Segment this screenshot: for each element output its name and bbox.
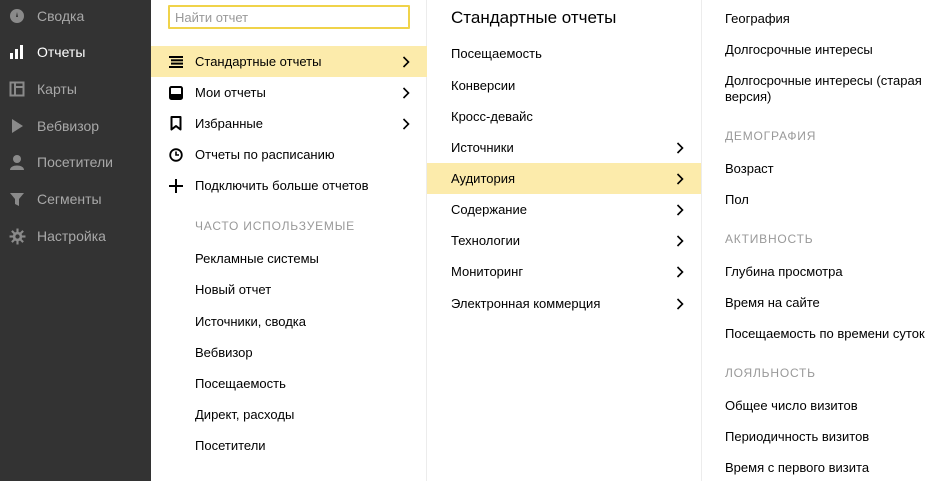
activity-section-title: АКТИВНОСТЬ [725,232,814,246]
report-item-label: Содержание [451,202,527,217]
sidebar-item-maps[interactable]: Карты [0,74,151,104]
list-icon [168,54,184,70]
frequent-section-title: ЧАСТО ИСПОЛЬЗУЕМЫЕ [195,219,355,233]
report-link-total-visits[interactable]: Общее число визитов [725,398,858,413]
column-title: Стандартные отчеты [451,8,617,27]
report-link-long-term-interests-old[interactable]: Долгосрочные интересы (старая версия) [725,73,922,104]
chevron-right-icon [676,297,684,310]
sidebar-item-label: Настройка [37,228,106,244]
report-item-content[interactable]: Содержание [427,194,701,225]
sidebar-item-segments[interactable]: Сегменты [0,184,151,214]
report-item-sources[interactable]: Источники [427,132,701,163]
report-link-long-term-interests[interactable]: Долгосрочные интересы [725,42,873,57]
chevron-right-icon [676,203,684,216]
report-link-time-on-site[interactable]: Время на сайте [725,295,820,310]
person-icon [8,153,26,171]
chevron-right-icon [402,117,410,130]
report-link-gender[interactable]: Пол [725,192,749,207]
report-item-label: Мониторинг [451,264,524,279]
chevron-right-icon [402,55,410,68]
sidebar-item-webvisor[interactable]: Вебвизор [0,111,151,141]
inbox-icon [168,85,184,101]
bookmark-icon [168,116,184,132]
report-item-label: Посещаемость [451,46,542,61]
gear-icon [8,227,26,245]
sidebar-item-settings[interactable]: Настройка [0,221,151,251]
report-link-time-since-first-visit[interactable]: Время с первого визита [725,460,869,475]
sidebar-item-label: Карты [37,81,77,97]
report-item-conversions[interactable]: Конверсии [427,70,701,101]
frequent-item[interactable]: Посетители [195,438,266,453]
report-item-label: Источники [451,140,514,155]
report-item-audience[interactable]: Аудитория [427,163,701,194]
menu-item-standard-reports[interactable]: Стандартные отчеты [151,46,427,77]
sidebar-item-visitors[interactable]: Посетители [0,147,151,177]
report-link-view-depth[interactable]: Глубина просмотра [725,264,843,279]
report-link-age[interactable]: Возраст [725,161,774,176]
frequent-item[interactable]: Директ, расходы [195,407,294,422]
frequent-item[interactable]: Рекламные системы [195,251,319,266]
menu-item-favorites[interactable]: Избранные [151,108,427,139]
search-input[interactable] [168,5,410,29]
filter-icon [8,190,26,208]
play-icon [8,117,26,135]
report-link-label-line: Долгосрочные интересы (старая [725,73,922,88]
plus-icon [168,178,184,194]
standard-reports-column: Стандартные отчеты Посещаемость Конверси… [427,0,702,481]
report-link-visit-periodicity[interactable]: Периодичность визитов [725,429,869,444]
report-item-label: Аудитория [451,171,516,186]
sidebar-item-label: Сегменты [37,191,102,207]
frequent-item[interactable]: Источники, сводка [195,314,306,329]
map-icon [8,80,26,98]
chevron-right-icon [676,141,684,154]
sidebar: Сводка Отчеты Карты Вебвизор Посетители … [0,0,151,481]
report-item-label: Кросс-девайс [451,109,533,124]
frequent-item[interactable]: Новый отчет [195,282,271,297]
sidebar-item-label: Посетители [37,154,113,170]
report-item-label: Технологии [451,233,521,248]
clock-icon [168,147,184,163]
report-link-traffic-by-time[interactable]: Посещаемость по времени суток [725,326,925,341]
report-item-technologies[interactable]: Технологии [427,225,701,256]
frequent-item[interactable]: Посещаемость [195,376,286,391]
menu-item-label: Подключить больше отчетов [195,178,369,193]
chevron-right-icon [402,86,410,99]
audience-reports-column: География Долгосрочные интересы Долгосро… [702,0,950,481]
sidebar-item-reports[interactable]: Отчеты [0,37,151,67]
report-item-ecommerce[interactable]: Электронная коммерция [427,288,701,319]
dashboard-icon [8,7,26,25]
menu-item-label: Стандартные отчеты [195,54,322,69]
report-item-cross-device[interactable]: Кросс-девайс [427,101,701,132]
frequent-item[interactable]: Вебвизор [195,345,253,360]
report-item-traffic[interactable]: Посещаемость [427,38,701,69]
chevron-right-icon [676,265,684,278]
report-link-label-line: версия) [725,89,772,104]
menu-item-scheduled-reports[interactable]: Отчеты по расписанию [151,139,427,170]
report-link-geography[interactable]: География [725,11,790,26]
report-item-label: Конверсии [451,78,516,93]
bar-chart-icon [8,43,26,61]
menu-item-label: Мои отчеты [195,85,266,100]
report-item-monitoring[interactable]: Мониторинг [427,256,701,287]
chevron-right-icon [676,172,684,185]
menu-item-connect-more-reports[interactable]: Подключить больше отчетов [151,170,427,201]
menu-item-label: Отчеты по расписанию [195,147,335,162]
demography-section-title: ДЕМОГРАФИЯ [725,129,817,143]
loyalty-section-title: ЛОЯЛЬНОСТЬ [725,366,816,380]
menu-item-my-reports[interactable]: Мои отчеты [151,77,427,108]
chevron-right-icon [676,234,684,247]
sidebar-item-label: Сводка [37,8,85,24]
report-item-label: Электронная коммерция [451,296,601,311]
menu-item-label: Избранные [195,116,263,131]
sidebar-item-label: Вебвизор [37,118,100,134]
sidebar-item-label: Отчеты [37,44,86,60]
sidebar-item-summary[interactable]: Сводка [0,1,151,31]
reports-menu-column: Стандартные отчеты Мои отчеты Избранные … [151,0,427,481]
